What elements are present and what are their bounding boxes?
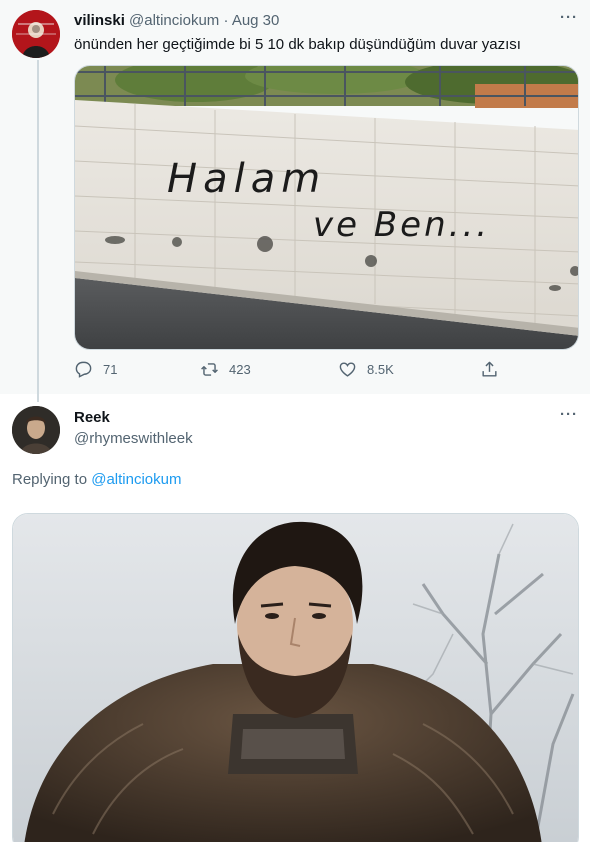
share-button[interactable] <box>480 360 509 379</box>
retweet-button[interactable]: 423 <box>200 360 251 379</box>
avatar[interactable] <box>12 406 60 454</box>
retweet-count: 423 <box>229 362 251 377</box>
replying-to-label: Replying to <box>12 471 88 488</box>
display-name[interactable]: vilinski <box>74 12 125 29</box>
tweet-action-bar: 71 423 8.5K <box>74 360 554 384</box>
avatar[interactable] <box>12 10 60 58</box>
graffiti-wall-photo: Halam ve Ben... <box>75 66 578 349</box>
replying-to-mention[interactable]: @altinciokum <box>91 471 181 488</box>
dot-separator: · <box>223 12 229 29</box>
tweet-photo[interactable] <box>12 513 579 842</box>
like-button[interactable]: 8.5K <box>338 360 394 379</box>
avatar-image <box>12 10 60 58</box>
like-count: 8.5K <box>367 362 394 377</box>
tweet-photo[interactable]: Halam ve Ben... <box>74 65 579 350</box>
user-handle[interactable]: @rhymeswithleek <box>74 429 193 448</box>
reply-icon <box>75 361 92 378</box>
display-name[interactable]: Reek <box>74 408 110 427</box>
avatar-image <box>12 406 60 454</box>
reply-count: 71 <box>103 362 118 377</box>
thread-connector-line <box>37 60 39 402</box>
heart-icon <box>339 362 356 377</box>
user-handle[interactable]: @altinciokum <box>129 12 219 29</box>
more-dots-icon[interactable]: ··· <box>557 10 581 30</box>
share-icon <box>482 361 497 377</box>
tweet-header: vilinski @altinciokum · Aug 30 <box>74 11 279 30</box>
tweet-text: önünden her geçtiğimde bi 5 10 dk bakıp … <box>74 36 521 53</box>
tweet-date[interactable]: Aug 30 <box>232 12 280 29</box>
reply-button[interactable]: 71 <box>74 360 117 379</box>
retweet-icon <box>201 363 218 376</box>
replying-to: Replying to @altinciokum <box>12 470 181 489</box>
graffiti-text-line1: Halam <box>167 156 326 202</box>
portrait-photo <box>13 514 578 842</box>
graffiti-text-line2: ve Ben... <box>313 205 490 245</box>
more-dots-icon[interactable]: ··· <box>557 407 581 427</box>
